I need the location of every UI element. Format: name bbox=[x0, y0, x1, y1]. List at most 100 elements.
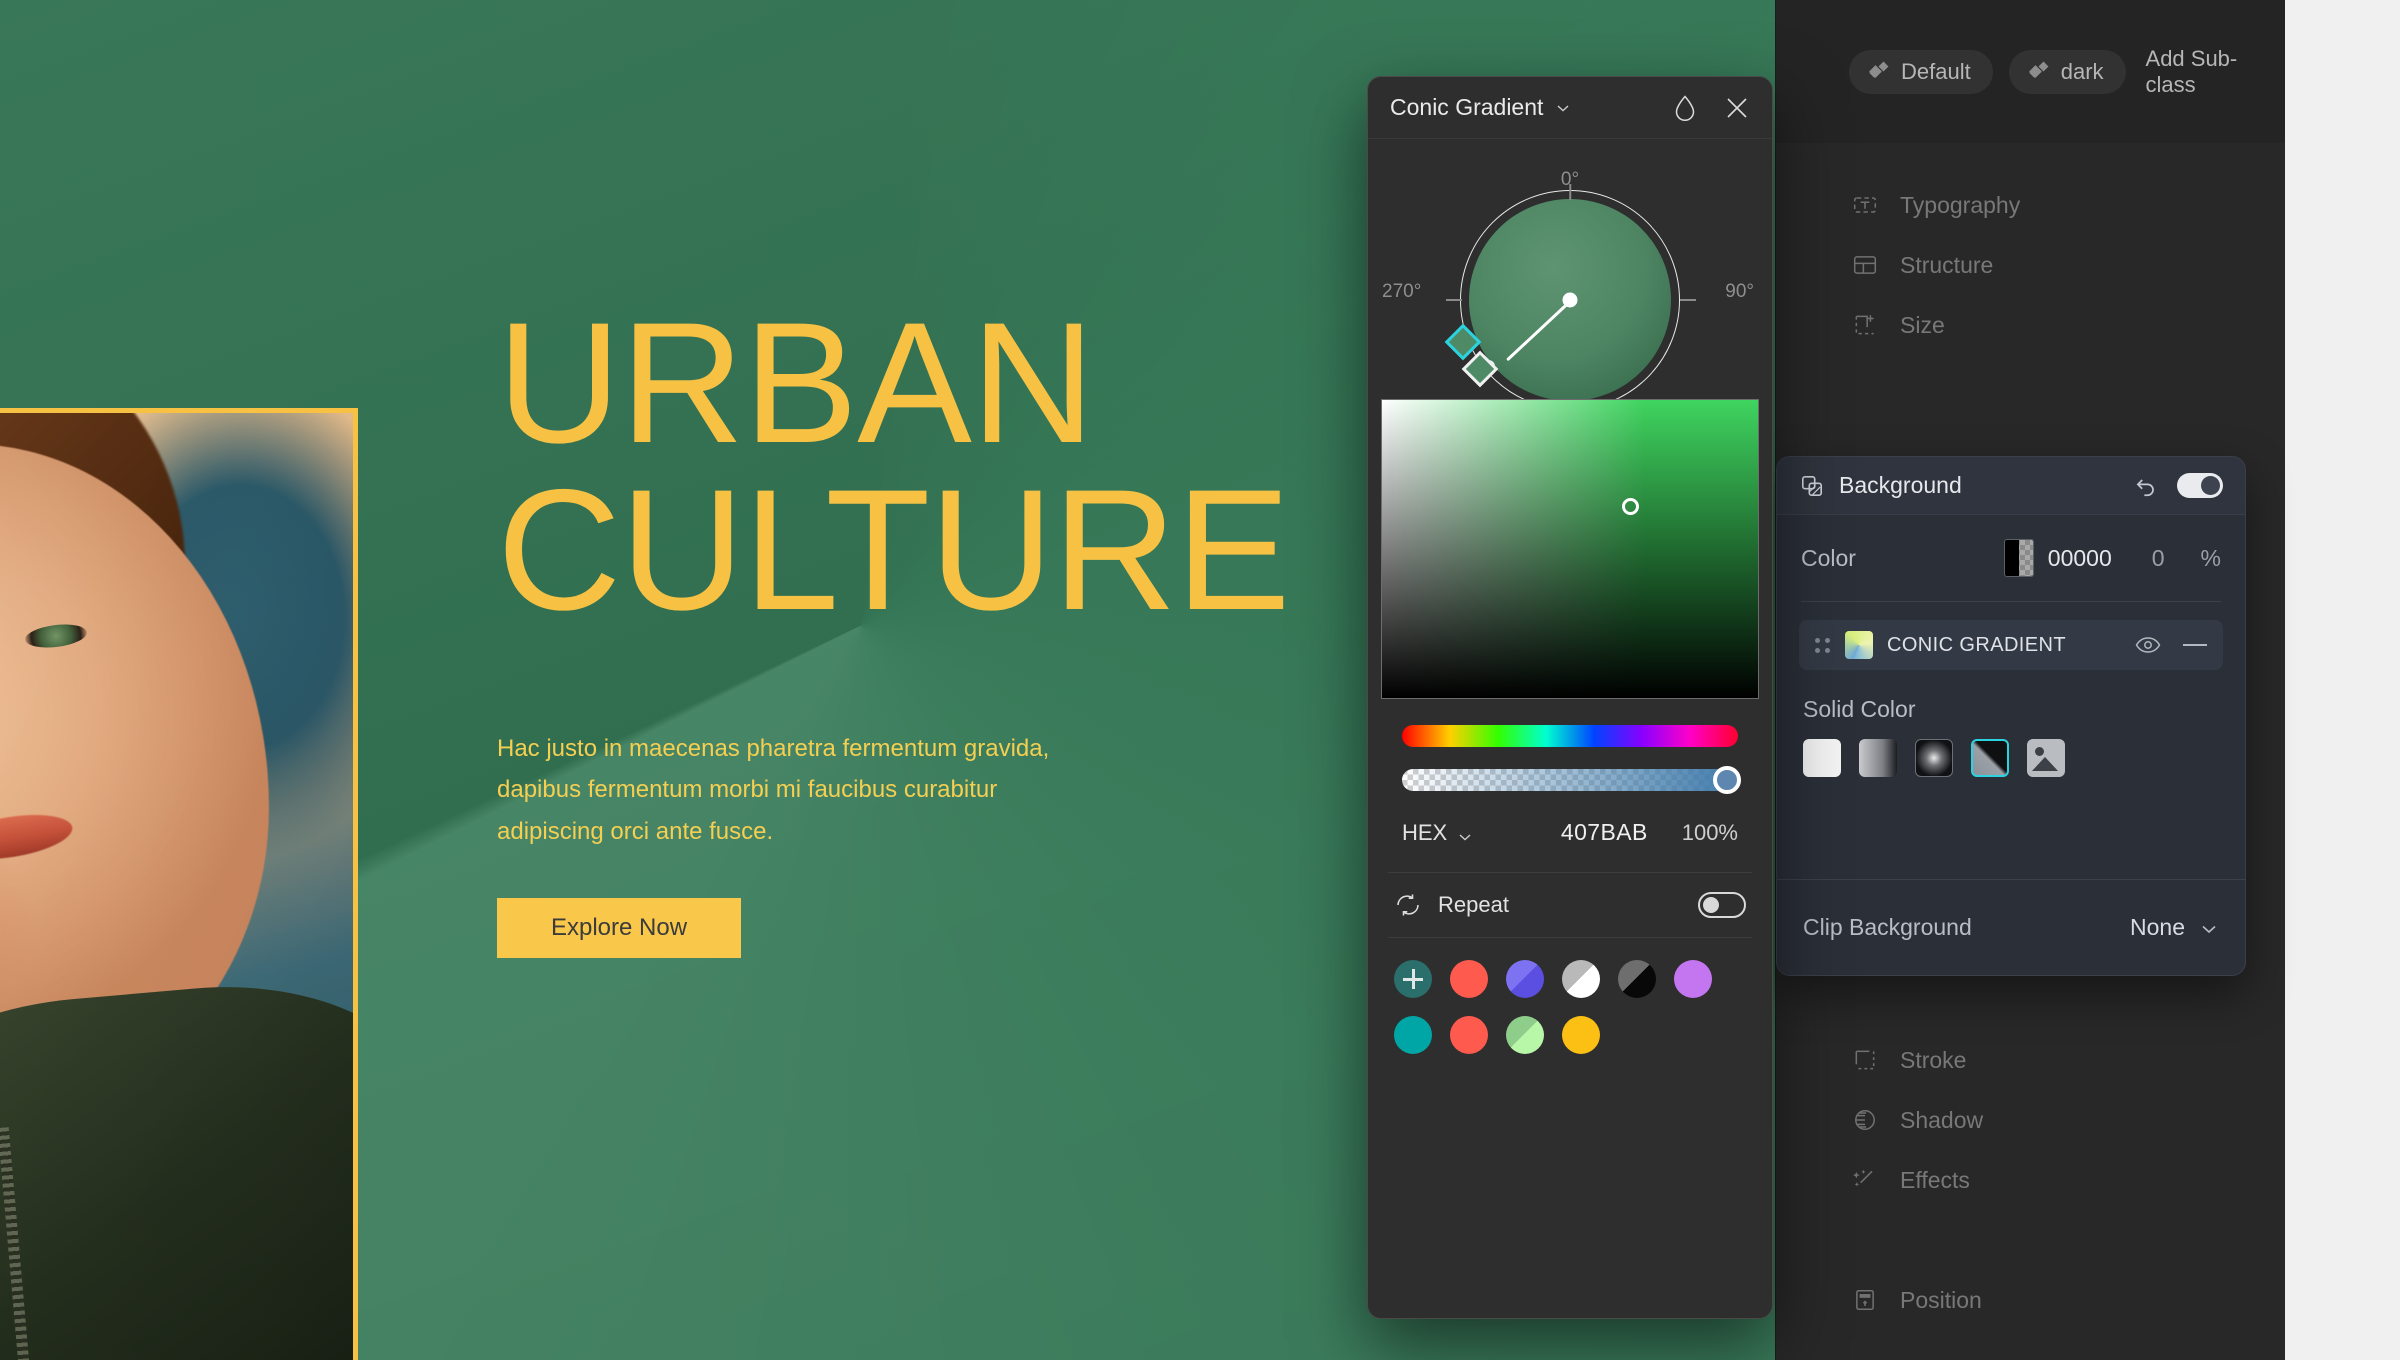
sparkle-icon bbox=[1871, 63, 1889, 81]
picker-header: Conic Gradient bbox=[1368, 77, 1772, 139]
fill-image-swatch[interactable] bbox=[2027, 739, 2065, 777]
sv-cursor[interactable] bbox=[1622, 498, 1639, 515]
sidebar-label: Shadow bbox=[1900, 1106, 1984, 1133]
repeat-icon bbox=[1394, 892, 1422, 918]
clip-background-row[interactable]: Clip Background None bbox=[1777, 879, 2245, 975]
layer-preview-swatch bbox=[1845, 631, 1873, 659]
size-icon bbox=[1852, 312, 1878, 338]
sidebar-item-position[interactable]: Position bbox=[1776, 1270, 2285, 1330]
color-mode-label: HEX bbox=[1402, 819, 1448, 845]
swatch-teal[interactable] bbox=[1394, 1016, 1432, 1054]
sidebar-item-size[interactable]: Size bbox=[1776, 295, 2285, 355]
typography-icon bbox=[1852, 192, 1878, 218]
hero-body-text[interactable]: Hac justo in maecenas pharetra fermentum… bbox=[497, 728, 1057, 852]
chevron-down-icon[interactable] bbox=[1555, 100, 1571, 116]
background-layers-icon bbox=[1799, 473, 1825, 499]
sidebar-label: Stroke bbox=[1900, 1046, 1967, 1073]
swatch-black[interactable] bbox=[1618, 960, 1656, 998]
layer-name: CONIC GRADIENT bbox=[1887, 633, 2066, 656]
app-window: URBAN CULTURE Hac justo in maecenas phar… bbox=[0, 0, 2400, 1360]
sparkle-icon bbox=[2031, 63, 2049, 81]
explore-now-button[interactable]: Explore Now bbox=[497, 898, 741, 958]
swatch-amber[interactable] bbox=[1562, 1016, 1600, 1054]
background-section-card: Background Color 00000 0 % CONIC GRADIEN… bbox=[1776, 456, 2246, 976]
alpha-slider-knob[interactable] bbox=[1713, 766, 1741, 794]
swatch-coral[interactable] bbox=[1450, 1016, 1488, 1054]
add-subclass-button[interactable]: Add Sub-class bbox=[2146, 46, 2285, 98]
close-icon[interactable] bbox=[1724, 95, 1750, 121]
solid-color-label: Solid Color bbox=[1803, 696, 1916, 722]
add-swatch-button[interactable] bbox=[1394, 960, 1432, 998]
swatch-white-gray[interactable] bbox=[1562, 960, 1600, 998]
hero-title[interactable]: URBAN CULTURE bbox=[497, 297, 1291, 636]
clip-background-value: None bbox=[2130, 914, 2185, 940]
repeat-label: Repeat bbox=[1438, 892, 1509, 917]
sidebar-item-shadow[interactable]: Shadow bbox=[1776, 1090, 2285, 1150]
hex-value-input[interactable]: 407BAB bbox=[1561, 819, 1648, 846]
swatch-indigo[interactable] bbox=[1506, 960, 1544, 998]
background-color-label: Color bbox=[1801, 544, 1856, 571]
background-color-swatch[interactable] bbox=[2003, 539, 2034, 577]
picker-title: Conic Gradient bbox=[1390, 94, 1544, 120]
sidebar-label: Effects bbox=[1900, 1166, 1970, 1193]
minus-icon[interactable] bbox=[2183, 644, 2207, 646]
fill-type-swatches bbox=[1803, 739, 2245, 777]
subclass-chip-default[interactable]: Default bbox=[1849, 49, 1993, 94]
tick-right bbox=[1680, 299, 1696, 301]
structure-icon bbox=[1852, 252, 1878, 278]
sidebar-label: Typography bbox=[1900, 191, 2021, 218]
fill-radial-gradient-swatch[interactable] bbox=[1915, 739, 1953, 777]
hue-slider[interactable] bbox=[1402, 725, 1738, 747]
background-enabled-toggle[interactable] bbox=[2177, 473, 2223, 498]
background-layer-row[interactable]: CONIC GRADIENT bbox=[1799, 620, 2223, 670]
background-title: Background bbox=[1839, 472, 1962, 498]
sidebar-item-structure[interactable]: Structure bbox=[1776, 235, 2285, 295]
subclass-default-label: Default bbox=[1901, 58, 1971, 84]
sidebar-label: Size bbox=[1900, 311, 1945, 338]
hex-row: HEX 407BAB 100% bbox=[1402, 819, 1738, 846]
clip-background-label: Clip Background bbox=[1803, 914, 1972, 940]
eye-icon[interactable] bbox=[2135, 636, 2161, 654]
sidebar-item-stroke[interactable]: Stroke bbox=[1776, 1030, 2285, 1090]
subclass-bar: Default dark Add Sub-class bbox=[1776, 0, 2285, 143]
saturation-value-field[interactable] bbox=[1381, 399, 1759, 699]
angle-label-270: 270° bbox=[1382, 281, 1422, 302]
fill-linear-gradient-swatch[interactable] bbox=[1859, 739, 1897, 777]
stroke-icon bbox=[1852, 1047, 1878, 1073]
background-card-header: Background bbox=[1777, 457, 2245, 515]
tick-top bbox=[1569, 184, 1571, 200]
background-color-hex[interactable]: 00000 bbox=[2048, 545, 2112, 572]
fill-conic-gradient-swatch[interactable] bbox=[1971, 739, 2009, 777]
swatch-mint[interactable] bbox=[1506, 1016, 1544, 1054]
shadow-icon bbox=[1852, 1107, 1878, 1133]
gradient-angle-wheel[interactable]: 0° 90° 270° bbox=[1368, 139, 1772, 415]
tick-left bbox=[1446, 299, 1462, 301]
repeat-toggle[interactable] bbox=[1698, 892, 1746, 918]
chevron-down-icon[interactable] bbox=[1457, 825, 1473, 841]
subclass-chip-dark[interactable]: dark bbox=[2008, 49, 2126, 94]
angle-center-handle[interactable] bbox=[1562, 292, 1578, 308]
portrait-grain bbox=[0, 413, 353, 1360]
background-color-opacity[interactable]: 0 bbox=[2152, 545, 2165, 572]
subclass-dark-label: dark bbox=[2060, 58, 2104, 84]
position-icon bbox=[1852, 1287, 1878, 1313]
fill-solid-swatch[interactable] bbox=[1803, 739, 1841, 777]
chevron-down-icon[interactable] bbox=[2199, 918, 2219, 938]
sidebar-item-typography[interactable]: Typography bbox=[1776, 175, 2285, 235]
saved-swatches bbox=[1368, 938, 1772, 1054]
undo-icon[interactable] bbox=[2133, 473, 2159, 499]
alpha-slider[interactable] bbox=[1402, 766, 1741, 794]
eyedropper-icon[interactable] bbox=[1672, 94, 1698, 122]
hero-portrait-image[interactable] bbox=[0, 408, 358, 1360]
repeat-row: Repeat bbox=[1368, 873, 1772, 937]
drag-handle-icon[interactable] bbox=[1815, 636, 1831, 654]
sidebar-item-effects[interactable]: Effects bbox=[1776, 1150, 2285, 1210]
swatch-red[interactable] bbox=[1450, 960, 1488, 998]
gradient-color-picker: Conic Gradient 0° 90° 270° HEX 407BAB 10… bbox=[1367, 76, 1773, 1319]
divider bbox=[1801, 601, 2221, 602]
swatch-violet[interactable] bbox=[1674, 960, 1712, 998]
sidebar-label: Position bbox=[1900, 1286, 1982, 1313]
angle-label-90: 90° bbox=[1725, 281, 1754, 302]
alpha-value-input[interactable]: 100% bbox=[1682, 820, 1738, 846]
background-color-row: Color 00000 0 % bbox=[1777, 515, 2245, 601]
